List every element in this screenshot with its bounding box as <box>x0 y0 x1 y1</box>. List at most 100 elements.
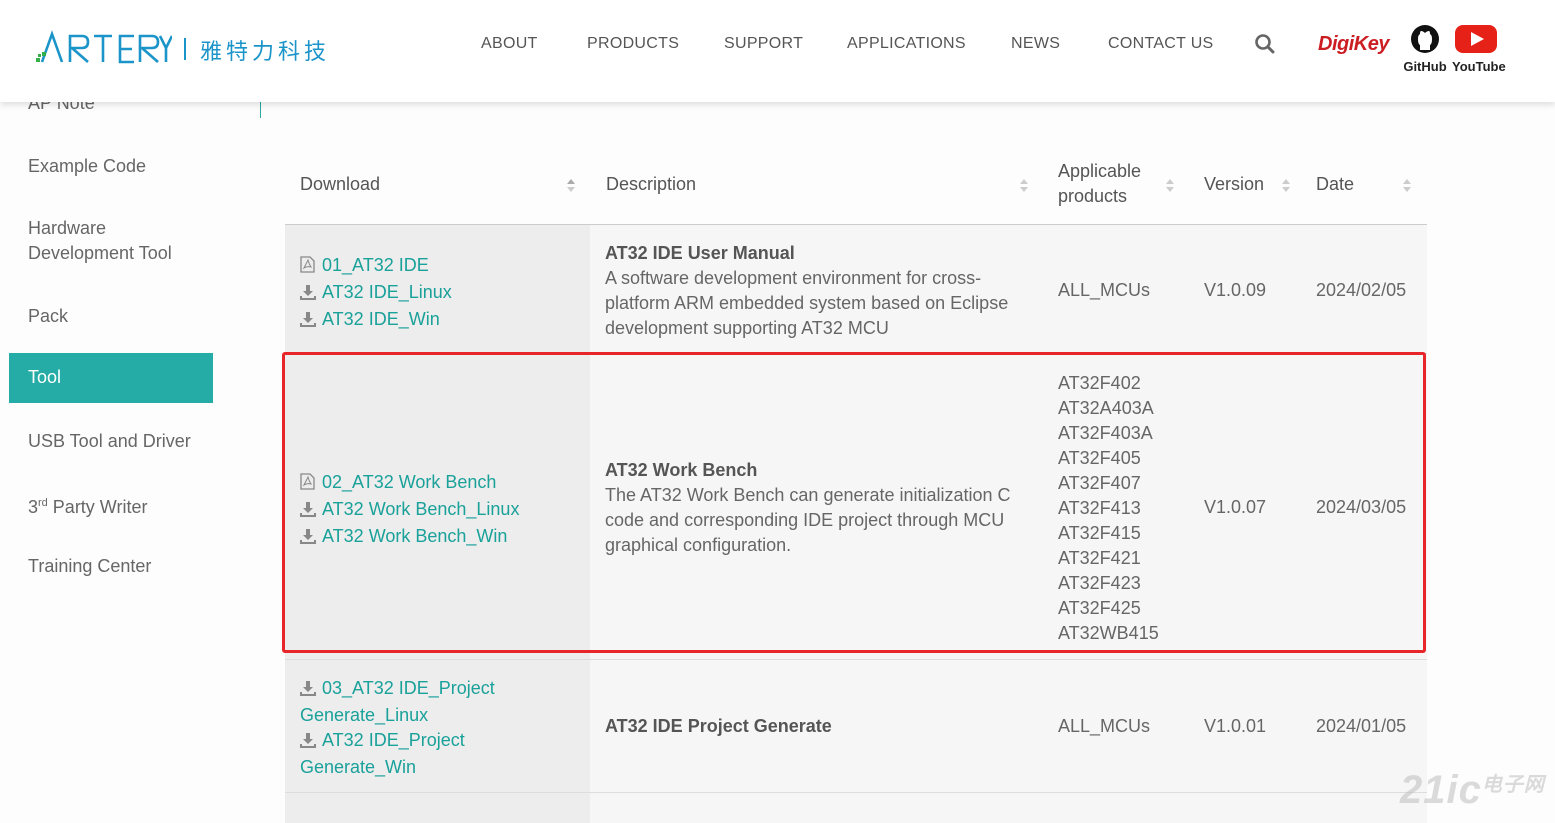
product-item: AT32F402 <box>1058 373 1141 393</box>
download-icon <box>300 309 316 334</box>
site-header: 雅特力科技 ABOUT PRODUCTS SUPPORT APPLICATION… <box>0 0 1555 102</box>
sidebar-item-example-code[interactable]: Example Code <box>28 154 146 179</box>
download-link-text: 02_AT32 Work Bench <box>322 472 497 492</box>
youtube-label: YouTube <box>1452 59 1506 74</box>
download-icon <box>300 730 316 755</box>
download-link-text: AT32 Work Bench_Win <box>322 526 508 546</box>
product-item: AT32F405 <box>1058 448 1141 468</box>
download-link[interactable]: 03_AT32 IDE_Project Generate_Linux <box>300 676 495 728</box>
download-icon <box>300 526 316 551</box>
pdf-icon <box>300 472 316 497</box>
description-line: graphical configuration. <box>605 535 792 555</box>
sort-icon[interactable] <box>1020 179 1028 193</box>
nav-products[interactable]: PRODUCTS <box>587 35 679 53</box>
sidebar-item-hardware-development-tool[interactable]: Hardware Development Tool <box>28 216 172 266</box>
search-icon[interactable] <box>1254 33 1276 60</box>
download-link[interactable]: AT32 IDE_Project Generate_Win <box>300 728 495 780</box>
column-header-download[interactable]: Download <box>300 172 380 197</box>
product-item: AT32F423 <box>1058 573 1141 593</box>
nav-about[interactable]: ABOUT <box>481 35 538 53</box>
column-header-applicable-products[interactable]: Applicable products <box>1058 159 1141 209</box>
date-cell: 2024/02/05 <box>1316 280 1407 300</box>
download-icon <box>300 282 316 307</box>
header-label: Applicable <box>1058 161 1142 181</box>
download-icon <box>300 499 316 524</box>
sidebar-item-label: Hardware <box>28 218 107 238</box>
download-link-text: 01_AT32 IDE <box>322 255 429 275</box>
download-link-text: AT32 Work Bench_Linux <box>322 499 520 519</box>
table-header-row: Download Description Applicable products… <box>285 145 1427 225</box>
applicable-products-cell: ALL_MCUs <box>1058 280 1151 300</box>
product-item: AT32F403A <box>1058 423 1153 443</box>
sort-icon[interactable] <box>1166 179 1174 193</box>
youtube-icon <box>1455 25 1497 53</box>
download-link-text: 03_AT32 IDE_Project <box>322 678 495 698</box>
sidebar-item-3rd-party-writer[interactable]: 3rd Party Writer <box>28 491 147 520</box>
sort-icon[interactable] <box>567 179 575 193</box>
sidebar-item-pack[interactable]: Pack <box>28 304 68 329</box>
header-label: products <box>1058 186 1128 206</box>
download-link[interactable]: AT32 Work Bench_Win <box>300 524 519 551</box>
download-list: 02_AT32 Work Bench AT32 Work Bench_Linux… <box>300 470 519 551</box>
description-title: AT32 IDE User Manual <box>605 243 795 263</box>
watermark-main: 21ic <box>1400 768 1482 812</box>
download-link[interactable]: AT32 IDE_Linux <box>300 280 452 307</box>
table-row: 03_AT32 IDE_Project Generate_Linux AT32 I… <box>285 660 1427 793</box>
description-cell: AT32 IDE User Manual A software developm… <box>605 241 1025 341</box>
product-item: AT32F425 <box>1058 598 1141 618</box>
download-list: 01_AT32 IDE AT32 IDE_Linux AT32 IDE_Win <box>300 253 452 334</box>
sort-icon[interactable] <box>1403 179 1411 193</box>
description-title: AT32 Work Bench <box>605 460 758 480</box>
product-item: AT32F413 <box>1058 498 1141 518</box>
applicable-products-cell: ALL_MCUs <box>1058 716 1151 736</box>
description-cell: AT32 IDE Project Generate <box>605 714 1025 739</box>
watermark: 21ic电子网 <box>1400 768 1545 813</box>
sidebar-item-usb-tool-and-driver[interactable]: USB Tool and Driver <box>28 429 191 454</box>
artery-logo[interactable] <box>36 28 174 71</box>
product-item: AT32A403A <box>1058 398 1154 418</box>
sidebar-item-label: Party Writer <box>47 497 148 517</box>
github-label: GitHub <box>1403 59 1447 74</box>
github-link[interactable]: GitHub <box>1400 24 1450 74</box>
product-item: AT32F407 <box>1058 473 1141 493</box>
nav-support[interactable]: SUPPORT <box>724 35 803 53</box>
sidebar-item-tool[interactable]: Tool <box>9 353 213 403</box>
logo-chinese-text: 雅特力科技 <box>200 40 331 65</box>
applicable-products-cell: AT32F402 AT32A403A AT32F403A AT32F405 AT… <box>1058 371 1159 646</box>
download-list: 03_AT32 IDE_Project Generate_Linux AT32 I… <box>300 676 495 780</box>
download-link[interactable]: AT32 Work Bench_Linux <box>300 497 519 524</box>
table-row: 01_AT32 IDE AT32 IDE_Linux AT32 IDE_Win … <box>285 225 1427 354</box>
column-header-description[interactable]: Description <box>606 172 696 197</box>
watermark-sub: 电子网 <box>1481 774 1545 796</box>
description-title: AT32 IDE Project Generate <box>605 716 832 736</box>
download-link[interactable]: AT32 IDE_Win <box>300 307 452 334</box>
sidebar-item-label: Development Tool <box>28 243 172 263</box>
column-header-date[interactable]: Date <box>1316 172 1354 197</box>
sort-icon[interactable] <box>1282 179 1290 193</box>
download-link[interactable]: 02_AT32 Work Bench <box>300 470 519 497</box>
description-line: The AT32 Work Bench can generate initial… <box>605 485 1011 505</box>
download-cell <box>285 793 590 823</box>
column-header-version[interactable]: Version <box>1204 172 1264 197</box>
description-cell: AT32 Work Bench The AT32 Work Bench can … <box>605 458 1025 558</box>
download-link-text: Generate_Win <box>300 757 417 777</box>
youtube-link[interactable]: YouTube <box>1452 24 1506 74</box>
description-line: code and corresponding IDE project throu… <box>605 510 1005 530</box>
download-icon <box>300 678 316 703</box>
row-background <box>590 793 1427 823</box>
description-line: platform ARM embedded system based on Ec… <box>605 293 1009 313</box>
github-icon <box>1411 25 1439 53</box>
version-cell: V1.0.09 <box>1204 280 1267 300</box>
sidebar-item-training-center[interactable]: Training Center <box>28 554 151 579</box>
table-row: 02_AT32 Work Bench AT32 Work Bench_Linux… <box>285 354 1427 660</box>
nav-news[interactable]: NEWS <box>1011 35 1060 53</box>
sidebar-item-label-sup: rd <box>38 497 48 509</box>
nav-contact-us[interactable]: CONTACT US <box>1108 35 1214 53</box>
digikey-link[interactable]: DigiKey <box>1318 33 1389 56</box>
version-cell: V1.0.07 <box>1204 497 1267 517</box>
version-cell: V1.0.01 <box>1204 716 1267 736</box>
nav-applications[interactable]: APPLICATIONS <box>847 35 966 53</box>
description-line: A software development environment for c… <box>605 268 982 288</box>
download-link[interactable]: 01_AT32 IDE <box>300 253 452 280</box>
download-link-text: Generate_Linux <box>300 705 429 725</box>
